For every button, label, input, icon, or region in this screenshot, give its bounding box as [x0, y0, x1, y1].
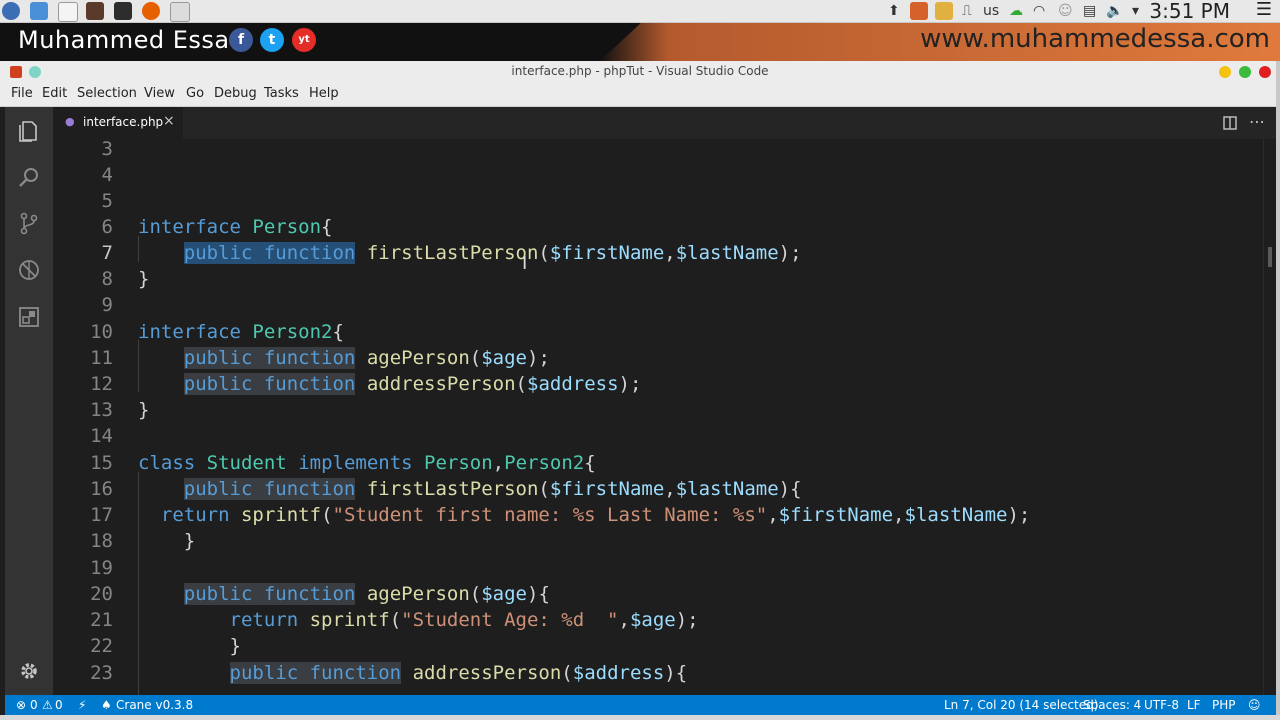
update-icon[interactable]: ⬆ — [888, 2, 900, 20]
warning-icon[interactable]: ⚠ — [42, 698, 53, 712]
code-line: 4 — [101, 164, 113, 186]
extensions-icon[interactable] — [17, 305, 41, 329]
minimize-button[interactable] — [1219, 66, 1231, 78]
firefox-icon[interactable] — [142, 2, 160, 20]
gear-icon[interactable] — [17, 659, 41, 683]
code-line: 6 interface Person{ — [101, 216, 333, 238]
status-bar: ⊗ 0 ⚠ 0 ⚡ ♠ Crane v0.3.8 Ln 7, Col 20 (1… — [5, 695, 1276, 715]
code-line: 14 — [90, 425, 113, 447]
menu-bar: File Edit Selection View Go Debug Tasks … — [0, 83, 1280, 107]
indentation[interactable]: Spaces: 4 — [1083, 698, 1141, 712]
source-control-icon[interactable] — [17, 211, 41, 235]
code-line: 10 interface Person2{ — [90, 321, 344, 343]
code-line: 22 } — [90, 635, 241, 657]
screen-edge — [1276, 61, 1280, 720]
menu-edit[interactable]: Edit — [42, 86, 67, 101]
code-line: 20 public function agePerson($age){ — [90, 583, 550, 605]
screen-bottom-edge — [0, 715, 1280, 720]
os-top-bar: ⬆ ⎍ us ☁ ◠ ☺ ▤ 🔈 ▾ 3:51 PM ☰ — [0, 0, 1280, 23]
code-editor[interactable]: 3 4 5 6 interface Person{ 7 public functi… — [53, 139, 1263, 695]
code-line: 5 — [101, 190, 113, 212]
cursor-position[interactable]: Ln 7, Col 20 (14 selected) — [944, 698, 1098, 712]
extension-status[interactable]: Crane v0.3.8 — [116, 698, 193, 712]
window-title: interface.php - phpTut - Visual Studio C… — [511, 64, 769, 78]
tab-interface-php[interactable]: ● interface.php × — [53, 107, 183, 139]
line-ending[interactable]: LF — [1187, 698, 1201, 712]
scrollbar-thumb[interactable] — [1268, 247, 1272, 267]
menu-selection[interactable]: Selection — [77, 86, 137, 101]
image-viewer-icon[interactable] — [170, 2, 190, 22]
tab-bar: ● interface.php × ⋯ — [53, 107, 1276, 139]
code-line: 7 public function firstLastPerson($first… — [101, 242, 802, 264]
menu-debug[interactable]: Debug — [214, 86, 257, 101]
language-mode[interactable]: PHP — [1212, 698, 1236, 712]
chevron-down-icon[interactable]: ▾ — [1132, 2, 1139, 20]
wifi-icon[interactable]: ◠ — [1033, 2, 1045, 20]
clipboard-icon[interactable]: ▤ — [1083, 2, 1096, 20]
menu-go[interactable]: Go — [186, 86, 204, 101]
lightning-icon[interactable]: ⚡ — [78, 698, 86, 712]
feedback-smiley-icon[interactable]: ☺ — [1248, 698, 1261, 712]
crane-icon: ♠ — [101, 698, 112, 712]
php-file-icon: ● — [65, 115, 75, 128]
menu-view[interactable]: View — [144, 86, 175, 101]
error-count[interactable]: 0 — [30, 698, 38, 712]
cloud-icon[interactable]: ☁ — [1009, 2, 1023, 20]
code-line: 12 public function addressPerson($addres… — [90, 373, 642, 395]
hamburger-menu-icon[interactable]: ☰ — [1256, 0, 1272, 20]
menu-file[interactable]: File — [11, 86, 33, 101]
user-icon[interactable]: ☺ — [1058, 2, 1073, 20]
twitter-icon: t — [260, 28, 284, 52]
code-line: 8} — [101, 268, 150, 290]
file-manager-icon[interactable] — [30, 2, 48, 20]
tab-label: interface.php — [83, 115, 164, 129]
search-icon[interactable] — [17, 165, 41, 189]
editor-scrollbar[interactable] — [1263, 139, 1277, 695]
code-line: 9 — [101, 294, 113, 316]
menu-tasks[interactable]: Tasks — [264, 86, 299, 101]
code-line: 13} — [90, 399, 150, 421]
close-icon[interactable]: × — [163, 113, 175, 129]
keyboard-layout[interactable]: us — [983, 2, 999, 20]
activity-bar — [5, 107, 53, 695]
debug-icon[interactable] — [17, 258, 41, 282]
close-window-button[interactable] — [1259, 66, 1271, 78]
youtube-icon: yt — [292, 28, 316, 52]
facebook-icon: f — [229, 28, 253, 52]
editor-taskbar-icon[interactable] — [86, 2, 104, 20]
maximize-button[interactable] — [1239, 66, 1251, 78]
text-cursor-icon: I — [522, 253, 528, 274]
window-title-bar: interface.php - phpTut - Visual Studio C… — [0, 61, 1280, 83]
split-editor-icon[interactable] — [1223, 116, 1237, 130]
more-actions-icon[interactable]: ⋯ — [1249, 112, 1265, 131]
code-line: 23 public function addressPerson($addres… — [90, 662, 688, 684]
app-tray-icon[interactable] — [910, 2, 928, 20]
code-line: 15 class Student implements Person,Person… — [90, 452, 596, 474]
warning-count[interactable]: 0 — [55, 698, 63, 712]
encoding[interactable]: UTF-8 — [1144, 698, 1179, 712]
package-icon[interactable] — [935, 2, 953, 20]
screen-recorder-icon[interactable] — [58, 2, 78, 22]
menu-help[interactable]: Help — [309, 86, 339, 101]
error-icon[interactable]: ⊗ — [16, 698, 26, 712]
code-line: 3 — [101, 139, 113, 160]
clock[interactable]: 3:51 PM — [1149, 0, 1230, 22]
fedora-logo-icon[interactable] — [2, 2, 20, 20]
explorer-icon[interactable] — [17, 119, 41, 143]
code-line: 16 public function firstLastPerson($firs… — [90, 478, 802, 500]
banner-url: www.muhammedessa.com — [920, 24, 1270, 54]
terminal-icon[interactable] — [114, 2, 132, 20]
code-line: 18 } — [90, 530, 196, 552]
code-line: 21 return sprintf("Student Age: %d ",$ag… — [90, 609, 699, 631]
banner-name: Muhammed Essa — [18, 26, 230, 54]
code-line: 11 public function agePerson($age); — [90, 347, 550, 369]
usb-icon[interactable]: ⎍ — [962, 2, 972, 20]
volume-icon[interactable]: 🔈 — [1106, 2, 1123, 20]
code-line: 17 return sprintf("Student first name: %… — [90, 504, 1031, 526]
code-line: 19 — [90, 557, 113, 579]
channel-banner: Muhammed Essa f t yt www.muhammedessa.co… — [0, 23, 1280, 61]
